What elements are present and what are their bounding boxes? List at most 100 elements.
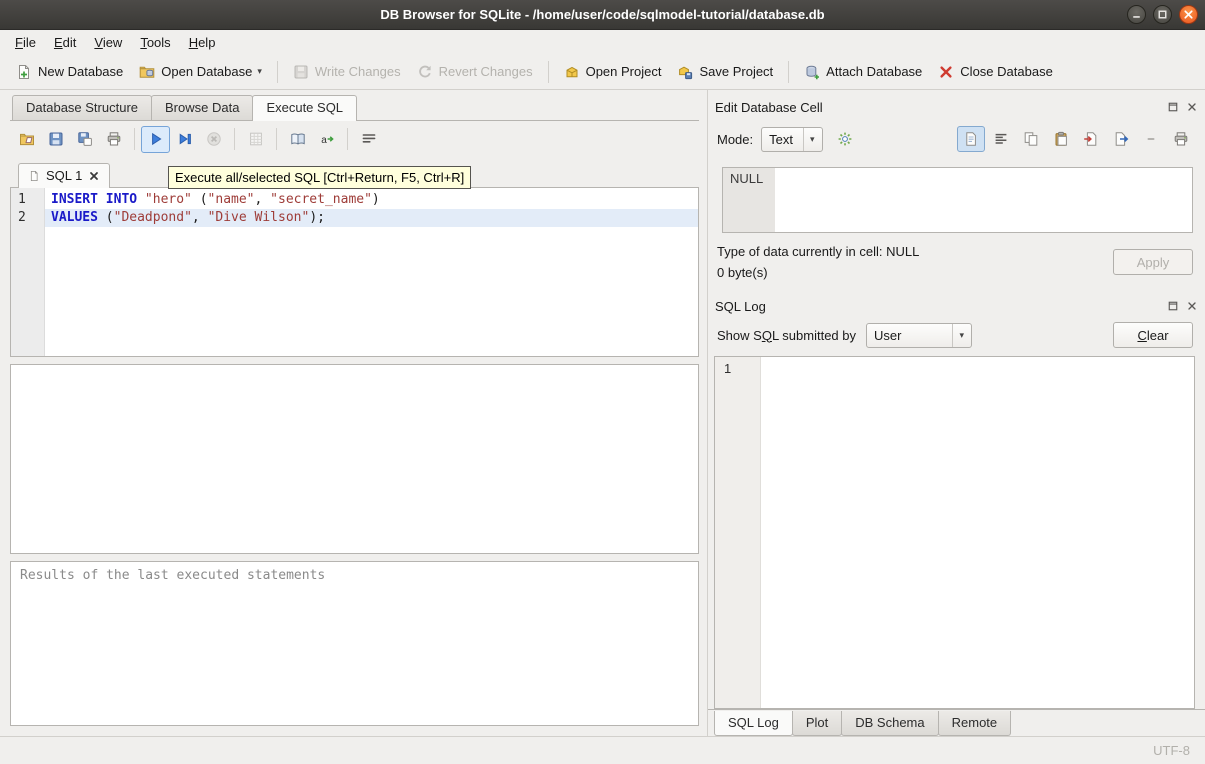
tab-browse-data[interactable]: Browse Data: [151, 95, 253, 120]
minimize-icon[interactable]: [1127, 5, 1146, 24]
window-controls: [1127, 5, 1198, 24]
submitted-by-select[interactable]: User ▾: [866, 323, 972, 348]
execute-all-button[interactable]: [141, 126, 170, 153]
paste-button[interactable]: [1047, 126, 1075, 152]
tab-close-icon[interactable]: [88, 170, 100, 182]
log-area: [761, 357, 1194, 708]
print-button[interactable]: [1167, 126, 1195, 152]
save-project-label: Save Project: [699, 64, 773, 79]
results-placeholder: Results of the last executed statements: [20, 568, 325, 583]
log-line-number: 1: [724, 361, 731, 376]
chevron-down-icon: ▾: [257, 66, 262, 77]
maximize-icon[interactable]: [1153, 5, 1172, 24]
menu-edit[interactable]: Edit: [45, 32, 85, 53]
new-database-label: New Database: [38, 64, 123, 79]
line-number: 1: [11, 191, 44, 209]
execute-all-icon: [148, 131, 164, 147]
set-null-icon: [1143, 131, 1159, 147]
sql-editor[interactable]: 12 INSERT INTO "hero" ("name", "secret_n…: [10, 187, 699, 357]
code-line[interactable]: VALUES ("Deadpond", "Dive Wilson");: [45, 209, 698, 227]
close-database-label: Close Database: [960, 64, 1053, 79]
app-window: DB Browser for SQLite - /home/user/code/…: [0, 0, 1205, 764]
edit-cell-header: Edit Database Cell: [708, 96, 1205, 118]
sql-log-title: SQL Log: [715, 299, 1166, 314]
stop-icon: [206, 131, 222, 147]
tab-database-structure[interactable]: Database Structure: [12, 95, 152, 120]
editor-toolbar: a: [10, 121, 699, 157]
save-sql-file-icon: [48, 131, 64, 147]
new-database-button[interactable]: New Database: [8, 59, 131, 85]
menu-file[interactable]: File: [6, 32, 45, 53]
dock-close-icon[interactable]: [1185, 299, 1199, 313]
sql-log-view[interactable]: 1: [714, 356, 1195, 709]
autocomplete-button[interactable]: a: [312, 126, 341, 153]
menu-view[interactable]: View: [85, 32, 131, 53]
word-wrap-icon: [361, 131, 377, 147]
attach-database-button[interactable]: Attach Database: [796, 59, 930, 85]
main-toolbar: New Database Open Database ▾ Write ChangesR…: [0, 54, 1205, 90]
text-doc-button[interactable]: [957, 126, 985, 152]
open-sql-file-button[interactable]: [12, 126, 41, 153]
open-database-label: Open Database: [161, 64, 252, 79]
align-left-button[interactable]: [987, 126, 1015, 152]
results-grid[interactable]: [10, 364, 699, 554]
float-icon[interactable]: [1166, 299, 1180, 313]
dock-tab-db-schema[interactable]: DB Schema: [841, 711, 938, 736]
stop-button[interactable]: [199, 126, 228, 153]
open-project-label: Open Project: [586, 64, 662, 79]
text-doc-icon: [963, 131, 979, 147]
save-project-button[interactable]: Save Project: [669, 59, 781, 85]
open-project-button[interactable]: Open Project: [556, 59, 670, 85]
find-replace-button[interactable]: [283, 126, 312, 153]
cell-editor[interactable]: NULL: [722, 167, 1193, 233]
menu-help[interactable]: Help: [180, 32, 225, 53]
mode-select[interactable]: Text ▾: [761, 127, 822, 152]
sql-code[interactable]: INSERT INTO "hero" ("name", "secret_name…: [45, 188, 698, 356]
print-button[interactable]: [99, 126, 128, 153]
write-changes-icon: [293, 64, 309, 80]
tab-execute-sql[interactable]: Execute SQL: [252, 95, 357, 121]
close-icon[interactable]: [1179, 5, 1198, 24]
line-number: 2: [11, 209, 44, 227]
paste-icon: [1053, 131, 1069, 147]
clear-button[interactable]: Clear: [1113, 322, 1193, 348]
import-icon: [1083, 131, 1099, 147]
cell-size-info: 0 byte(s): [717, 265, 1113, 280]
print-icon: [106, 131, 122, 147]
write-changes-button[interactable]: Write Changes: [285, 59, 409, 85]
import-button[interactable]: [1077, 126, 1105, 152]
dock-close-icon[interactable]: [1185, 100, 1199, 114]
menubar: FileEditViewToolsHelp: [0, 30, 1205, 54]
sql-tab[interactable]: SQL 1: [18, 163, 110, 188]
execute-line-button[interactable]: [170, 126, 199, 153]
revert-changes-button[interactable]: Revert Changes: [409, 59, 541, 85]
set-null-button[interactable]: [1137, 126, 1165, 152]
float-icon[interactable]: [1166, 100, 1180, 114]
close-database-button[interactable]: Close Database: [930, 59, 1061, 85]
sql-tab-label: SQL 1: [46, 168, 82, 183]
copy-button[interactable]: [1017, 126, 1045, 152]
dock-tabs: SQL LogPlotDB SchemaRemote: [708, 709, 1205, 736]
dock-tab-plot[interactable]: Plot: [792, 711, 842, 736]
menu-tools[interactable]: Tools: [131, 32, 179, 53]
export-button[interactable]: [1107, 126, 1135, 152]
sql-log-header: SQL Log: [708, 295, 1205, 317]
apply-button[interactable]: Apply: [1113, 249, 1193, 275]
sql-log-filter-row: Show SQL submitted by User ▾ Clear: [717, 322, 1193, 348]
cell-null-label: NULL: [723, 168, 775, 232]
save-as-button[interactable]: [70, 126, 99, 153]
dock-tab-remote[interactable]: Remote: [938, 711, 1012, 736]
cell-type-info: Type of data currently in cell: NULL: [717, 244, 1113, 259]
cell-edit-area[interactable]: [775, 168, 1192, 232]
open-database-button[interactable]: Open Database ▾: [131, 59, 270, 85]
cell-toolbar: [957, 126, 1195, 152]
word-wrap-button[interactable]: [354, 126, 383, 153]
code-line[interactable]: INSERT INTO "hero" ("name", "secret_name…: [45, 191, 698, 209]
export-csv-button[interactable]: [241, 126, 270, 153]
window-title: DB Browser for SQLite - /home/user/code/…: [380, 7, 824, 22]
copy-icon: [1023, 131, 1039, 147]
auto-format-icon[interactable]: [831, 126, 860, 153]
save-sql-file-button[interactable]: [41, 126, 70, 153]
print-icon: [1173, 131, 1189, 147]
dock-tab-sql-log[interactable]: SQL Log: [714, 711, 793, 736]
